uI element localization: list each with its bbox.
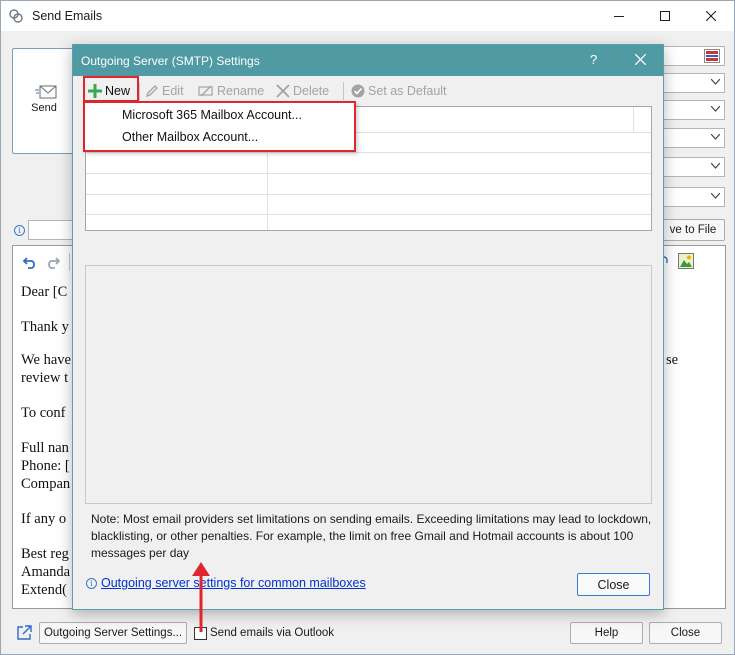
undo-icon[interactable] [22, 255, 38, 269]
account-details-panel [85, 265, 652, 504]
dropdown-2[interactable] [661, 100, 725, 120]
new-account-menu: Microsoft 365 Mailbox Account... Other M… [83, 101, 356, 152]
main-close-label: Close [670, 627, 701, 639]
delete-label: Delete [293, 84, 330, 98]
chevron-down-icon [711, 106, 720, 112]
pencil-icon [145, 85, 158, 98]
dialog-title: Outgoing Server (SMTP) Settings [81, 54, 260, 68]
save-to-file-label: ve to File [669, 224, 717, 236]
chevron-down-icon [711, 79, 720, 85]
rename-button[interactable]: Rename [198, 81, 264, 101]
main-titlebar: Send Emails [1, 1, 734, 31]
maximize-icon [660, 11, 670, 21]
menu-item-microsoft-365[interactable]: Microsoft 365 Mailbox Account... [122, 108, 302, 122]
send-button[interactable]: Send [12, 48, 76, 154]
editor-line: If any o [21, 511, 67, 527]
toolbar-separator [343, 82, 344, 100]
chevron-down-icon [711, 193, 720, 199]
editor-line: Thank y [21, 319, 69, 335]
from-field[interactable] [661, 46, 725, 66]
editor-line: To conf [21, 405, 66, 421]
edit-label: Edit [162, 84, 184, 98]
grid-row-divider [86, 152, 651, 153]
dropdown-3[interactable] [661, 128, 725, 148]
outgoing-server-settings-button[interactable]: Outgoing Server Settings... [39, 622, 187, 644]
insert-image-icon[interactable] [678, 253, 694, 269]
editor-line: Phone: [ [21, 458, 70, 474]
rename-label: Rename [217, 84, 265, 98]
redo-icon[interactable] [45, 255, 61, 269]
window-title: Send Emails [32, 9, 103, 23]
menu-item-other-mailbox[interactable]: Other Mailbox Account... [122, 130, 258, 144]
maximize-button[interactable] [642, 1, 688, 31]
editor-line: Extend( [21, 582, 67, 598]
dialog-close-icon[interactable] [635, 54, 646, 65]
common-mailboxes-link[interactable]: Outgoing server settings for common mail… [101, 576, 366, 590]
editor-line: Amanda [21, 564, 71, 580]
dropdown-1[interactable] [661, 73, 725, 93]
save-to-file-button[interactable]: ve to File [661, 219, 725, 241]
external-link-icon[interactable] [15, 624, 33, 642]
flag-icon [704, 49, 720, 63]
dropdown-5[interactable] [661, 187, 725, 207]
help-icon[interactable]: ? [590, 52, 597, 67]
dialog-close-button[interactable]: Close [577, 573, 650, 596]
info-icon: i [14, 225, 25, 236]
editor-line: Best reg [21, 546, 69, 562]
help-label: Help [594, 627, 619, 639]
chevron-down-icon [711, 163, 720, 169]
grid-row-divider [86, 194, 651, 195]
editor-line: review t [21, 370, 69, 386]
subject-input[interactable] [28, 220, 74, 240]
window-close-button[interactable] [688, 1, 734, 31]
toolbar-separator [139, 82, 140, 100]
editor-line: Full nan [21, 440, 69, 456]
delete-button[interactable]: Delete [276, 81, 329, 101]
chevron-down-icon [711, 134, 720, 140]
limits-note: Note: Most email providers set limitatio… [91, 512, 652, 560]
main-close-button[interactable]: Close [649, 622, 722, 644]
minimize-button[interactable] [596, 1, 642, 31]
editor-line: Dear [C [21, 284, 68, 300]
send-via-outlook-label: Send emails via Outlook [210, 627, 335, 639]
help-button[interactable]: Help [570, 622, 643, 644]
grid-row-divider [86, 173, 651, 174]
dialog-titlebar: Outgoing Server (SMTP) Settings ? [73, 45, 663, 76]
grid-row-divider [86, 214, 651, 215]
set-as-default-label: Set as Default [368, 84, 447, 98]
toolbar-divider [69, 253, 70, 271]
rename-icon [198, 85, 213, 97]
app-icon [9, 9, 23, 23]
outgoing-server-settings-label: Outgoing Server Settings... [43, 627, 183, 639]
grid-column-divider [633, 107, 634, 132]
send-label: Send [31, 102, 57, 114]
set-as-default-button[interactable]: Set as Default [351, 81, 447, 101]
info-icon: i [86, 578, 97, 589]
edit-button[interactable]: Edit [145, 81, 184, 101]
editor-line: We have [21, 352, 71, 368]
envelope-send-icon [35, 85, 57, 99]
editor-line: Compan [21, 476, 71, 492]
close-icon [706, 11, 716, 21]
dialog-close-label: Close [597, 577, 630, 592]
editor-line-fragment: se [666, 352, 679, 368]
annotation-arrow [192, 562, 210, 632]
check-circle-icon [351, 84, 365, 98]
delete-x-icon [276, 84, 290, 98]
minimize-icon [614, 16, 624, 17]
new-button-highlight [83, 76, 139, 102]
dialog-toolbar: New Edit Rename Delete Set as Default [84, 78, 654, 102]
dropdown-4[interactable] [661, 157, 725, 177]
